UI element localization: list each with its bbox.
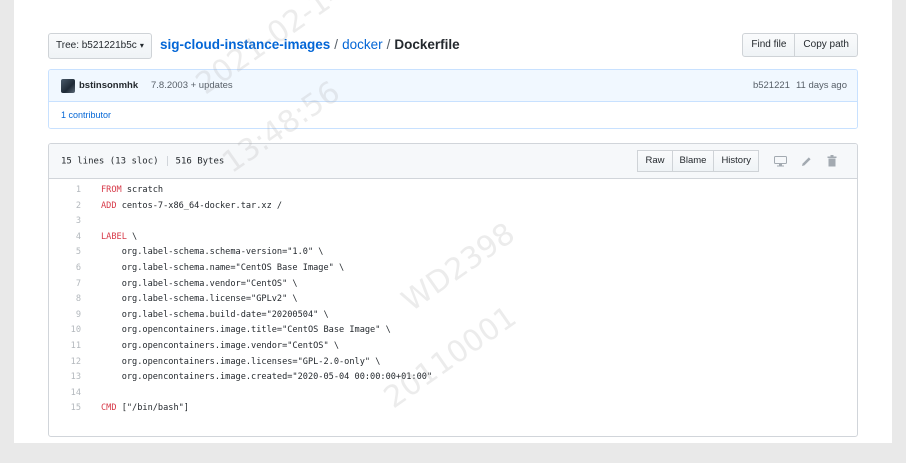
line-number[interactable]: 10 — [49, 323, 101, 339]
code-text: org.opencontainers.image.created="2020-0… — [101, 370, 432, 386]
avatar[interactable] — [61, 79, 75, 93]
breadcrumb-filename: Dockerfile — [394, 37, 460, 52]
code-line: 11 org.opencontainers.image.vendor="Cent… — [49, 339, 857, 355]
code-text: LABEL \ — [101, 230, 137, 246]
code-keyword: LABEL — [101, 231, 127, 242]
code-rest: org.label-schema.license="GPLv2" \ — [101, 294, 298, 305]
code-rest: org.opencontainers.image.licenses="GPL-2… — [101, 356, 381, 367]
line-number[interactable]: 8 — [49, 292, 101, 308]
code-text: org.label-schema.vendor="CentOS" \ — [101, 277, 298, 293]
copy-path-button[interactable]: Copy path — [794, 33, 858, 57]
code-rest: org.label-schema.name="CentOS Base Image… — [101, 262, 345, 273]
code-line: 13 org.opencontainers.image.created="202… — [49, 370, 857, 386]
desktop-icon[interactable] — [769, 151, 791, 171]
code-rest: org.opencontainers.image.vendor="CentOS"… — [101, 340, 339, 351]
commit-author-link[interactable]: bstinsonmhk — [79, 80, 138, 91]
contributors-bar: 1 contributor — [49, 102, 857, 128]
code-line: 4 LABEL \ — [49, 230, 857, 246]
code-keyword: ADD — [101, 200, 117, 211]
code-line: 8 org.label-schema.license="GPLv2" \ — [49, 292, 857, 308]
branch-label: Tree: b521221b5c — [56, 40, 137, 51]
raw-button[interactable]: Raw — [637, 150, 673, 172]
line-number[interactable]: 3 — [49, 214, 101, 230]
code-line: 3 — [49, 214, 857, 230]
line-number[interactable]: 5 — [49, 245, 101, 261]
code-text: org.opencontainers.image.vendor="CentOS"… — [101, 339, 339, 355]
file-actions: Raw Blame History — [637, 150, 843, 172]
line-number[interactable]: 14 — [49, 386, 101, 402]
line-number[interactable]: 15 — [49, 401, 101, 417]
code-text: org.label-schema.schema-version="1.0" \ — [101, 245, 324, 261]
code-keyword: FROM — [101, 185, 122, 195]
commit-tease: bstinsonmhk 7.8.2003 + updates b521221 11… — [49, 70, 857, 102]
code-line: 9 org.label-schema.build-date="20200504"… — [49, 308, 857, 324]
page: Tree: b521221b5c ▾ sig-cloud-instance-ima… — [14, 0, 892, 443]
code-text: CMD ["/bin/bash"] — [101, 401, 189, 417]
commit-box: bstinsonmhk 7.8.2003 + updates b521221 11… — [48, 69, 858, 129]
code-rest: org.label-schema.schema-version="1.0" \ — [101, 247, 324, 258]
find-file-button[interactable]: Find file — [742, 33, 796, 57]
commit-sha-link[interactable]: b521221 — [753, 80, 790, 91]
code-line: 12 org.opencontainers.image.licenses="GP… — [49, 355, 857, 371]
code-line: 5 org.label-schema.schema-version="1.0" … — [49, 245, 857, 261]
breadcrumb-repo-link[interactable]: sig-cloud-instance-images — [160, 37, 330, 52]
code-rest: org.label-schema.build-date="20200504" \ — [101, 309, 329, 320]
file-info: 15 lines (13 sloc) 516 Bytes — [61, 156, 224, 167]
code-text: org.opencontainers.image.licenses="GPL-2… — [101, 355, 381, 371]
code-text: FROM scratch — [101, 183, 163, 199]
file-box: 15 lines (13 sloc) 516 Bytes Raw Blame Hi… — [48, 143, 858, 437]
commit-message-link[interactable]: 7.8.2003 + updates — [151, 80, 233, 91]
line-number[interactable]: 9 — [49, 308, 101, 324]
divider — [166, 156, 168, 166]
file-nav-actions: Find file Copy path — [742, 33, 858, 57]
code-line: 6 org.label-schema.name="CentOS Base Ima… — [49, 261, 857, 277]
blame-button[interactable]: Blame — [671, 150, 715, 172]
pencil-icon[interactable] — [795, 151, 817, 171]
code-rest: org.label-schema.vendor="CentOS" \ — [101, 278, 298, 289]
contributors-link[interactable]: 1 contributor — [61, 110, 111, 120]
file-size: 516 Bytes — [175, 156, 225, 167]
line-number[interactable]: 6 — [49, 261, 101, 277]
line-number[interactable]: 11 — [49, 339, 101, 355]
code-line: 7 org.label-schema.vendor="CentOS" \ — [49, 277, 857, 293]
code-rest: org.opencontainers.image.title="CentOS B… — [101, 325, 391, 336]
caret-down-icon: ▾ — [139, 41, 144, 50]
code-rest: ["/bin/bash"] — [116, 403, 189, 414]
commit-meta: b521221 11 days ago — [753, 80, 847, 91]
code-keyword: CMD — [101, 403, 117, 414]
line-number[interactable]: 13 — [49, 370, 101, 386]
line-number[interactable]: 7 — [49, 277, 101, 293]
code-line: 10 org.opencontainers.image.title="CentO… — [49, 323, 857, 339]
code-line: 15 CMD ["/bin/bash"] — [49, 401, 857, 417]
line-number[interactable]: 1 — [49, 183, 101, 199]
code-text: ADD centos-7-x86_64-docker.tar.xz / — [101, 199, 282, 215]
file-header: 15 lines (13 sloc) 516 Bytes Raw Blame Hi… — [49, 144, 857, 179]
code-rest: scratch — [121, 185, 164, 195]
code-line: 1 FROM scratch — [49, 183, 857, 199]
code-text: org.label-schema.license="GPLv2" \ — [101, 292, 298, 308]
branch-selector[interactable]: Tree: b521221b5c ▾ — [48, 33, 152, 59]
code-line: 14 — [49, 386, 857, 402]
code-text: org.label-schema.build-date="20200504" \ — [101, 308, 329, 324]
line-number[interactable]: 4 — [49, 230, 101, 246]
breadcrumb-separator: / — [334, 37, 339, 52]
code-rest: org.opencontainers.image.created="2020-0… — [101, 372, 433, 383]
code-text: org.label-schema.name="CentOS Base Image… — [101, 261, 345, 277]
file-navigation: Tree: b521221b5c ▾ sig-cloud-instance-ima… — [48, 33, 858, 59]
code-view: 1 FROM scratch 2 ADD centos-7-x86_64-docker… — [49, 179, 857, 417]
commit-time: 11 days ago — [795, 80, 847, 91]
line-number[interactable]: 12 — [49, 355, 101, 371]
code-rest: centos-7-x86_64-docker.tar.xz / — [116, 200, 283, 211]
breadcrumb: sig-cloud-instance-images / docker / Dockerf… — [160, 35, 460, 55]
code-rest: \ — [126, 231, 138, 242]
history-button[interactable]: History — [713, 150, 759, 172]
file-lines-info: 15 lines (13 sloc) — [61, 156, 159, 167]
trash-icon[interactable] — [821, 151, 843, 171]
line-number[interactable]: 2 — [49, 199, 101, 215]
code-line: 2 ADD centos-7-x86_64-docker.tar.xz / — [49, 199, 857, 215]
code-text: org.opencontainers.image.title="CentOS B… — [101, 323, 391, 339]
breadcrumb-separator: / — [386, 37, 391, 52]
breadcrumb-dir-link[interactable]: docker — [342, 37, 383, 52]
